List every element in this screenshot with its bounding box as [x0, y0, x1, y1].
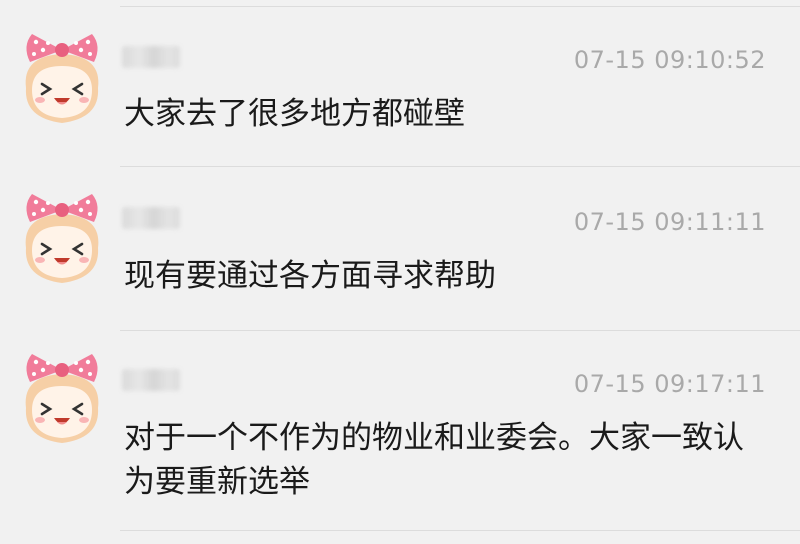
sender-name-blurred: [122, 369, 180, 391]
message-timestamp: 07-15 09:10:52: [573, 46, 766, 74]
divider: [120, 330, 800, 331]
sender-name-blurred: [122, 207, 180, 229]
message-feed: 07-15 09:10:52 大家去了很多地方都碰壁 07-15 09:11:1…: [0, 0, 800, 544]
divider: [120, 6, 800, 7]
message-timestamp: 07-15 09:17:11: [573, 370, 766, 398]
divider: [120, 166, 800, 167]
pink-bow-girl-avatar-icon[interactable]: [12, 188, 112, 288]
divider: [120, 530, 800, 531]
sender-name-blurred: [122, 46, 180, 68]
message-text: 对于一个不作为的物业和业委会。大家一致认为要重新选举: [124, 420, 744, 500]
pink-bow-girl-avatar-icon[interactable]: [12, 348, 112, 448]
message-text: 大家去了很多地方都碰壁: [124, 96, 465, 132]
message-text: 现有要通过各方面寻求帮助: [124, 258, 496, 294]
message-timestamp: 07-15 09:11:11: [573, 208, 766, 236]
pink-bow-girl-avatar-icon[interactable]: [12, 28, 112, 128]
